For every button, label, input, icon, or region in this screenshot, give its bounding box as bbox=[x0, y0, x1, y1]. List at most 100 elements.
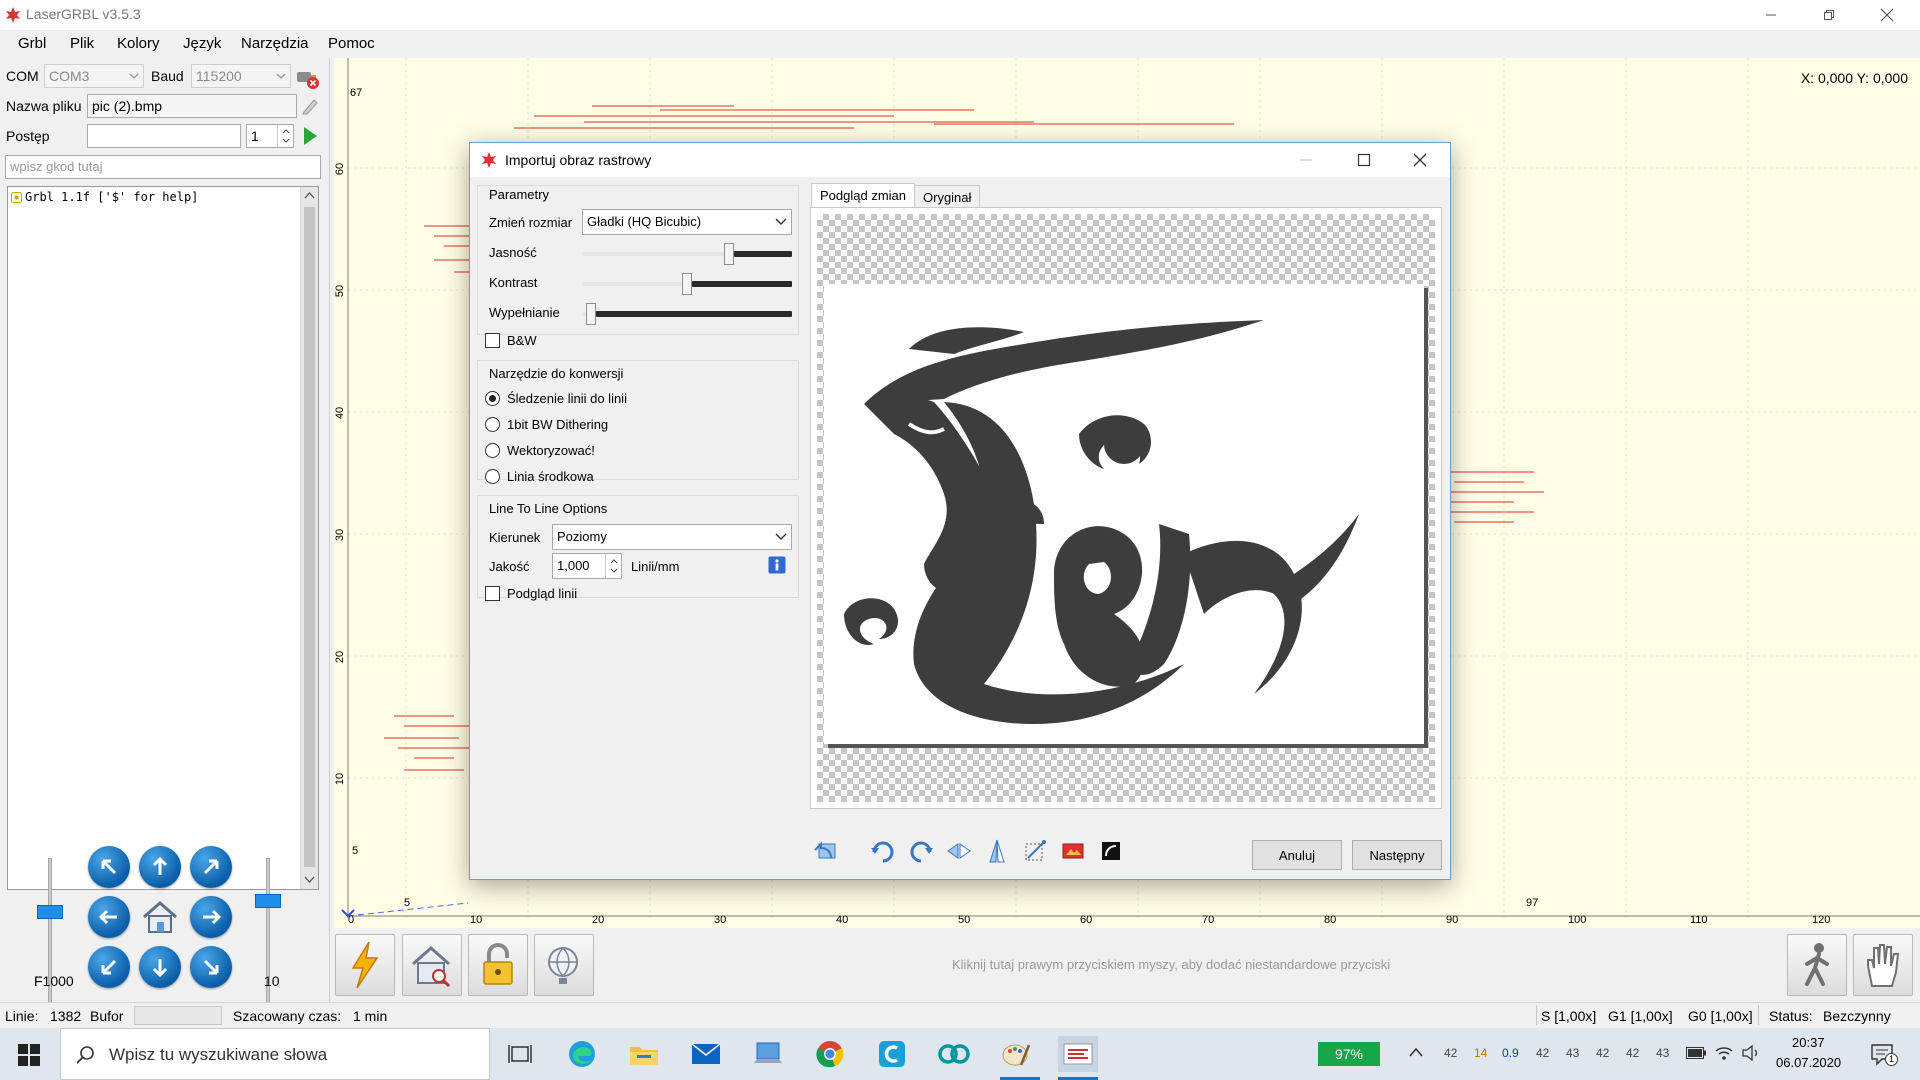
brightness-slider[interactable] bbox=[582, 243, 792, 265]
baud-rate-select[interactable]: 115200 bbox=[191, 64, 291, 88]
emergency-stop-button[interactable] bbox=[1853, 934, 1913, 996]
bottom-toolbar: Kliknij tutaj prawym przyciskiem myszy, … bbox=[334, 928, 1920, 1002]
preview-lines-checkbox[interactable] bbox=[485, 586, 500, 601]
gcode-input[interactable]: wpisz gkod tutaj bbox=[5, 155, 321, 179]
menu-grbl[interactable]: Grbl bbox=[18, 35, 46, 52]
notifications-icon[interactable]: 1 bbox=[1870, 1042, 1898, 1066]
battery-icon[interactable] bbox=[1686, 1047, 1706, 1059]
window-title: LaserGRBL v3.5.3 bbox=[26, 6, 141, 22]
fill-slider[interactable] bbox=[582, 303, 792, 325]
g1-override[interactable]: G1 [1,00x] bbox=[1608, 1008, 1673, 1024]
taskbar-search-box[interactable]: Wpisz tu wyszukiwane słowa bbox=[60, 1028, 490, 1080]
y-axis-tick: 50 bbox=[334, 284, 347, 298]
filename-field[interactable]: pic (2).bmp bbox=[87, 94, 297, 118]
tool-centerline-label: Linia środkowa bbox=[507, 469, 594, 484]
x-axis-tick: 0 bbox=[348, 914, 355, 926]
laptop-app-icon[interactable] bbox=[748, 1036, 788, 1072]
jog-up-left-button[interactable] bbox=[88, 846, 130, 888]
console-scrollbar[interactable] bbox=[300, 187, 318, 889]
rotate-cw-icon[interactable] bbox=[906, 836, 936, 866]
wifi-icon[interactable] bbox=[1714, 1045, 1734, 1061]
jog-step-thumb[interactable] bbox=[255, 894, 281, 908]
lasergrbl-taskbar-icon[interactable] bbox=[1058, 1036, 1098, 1072]
ccleaner-icon[interactable] bbox=[872, 1036, 912, 1072]
tool-line-to-line-radio[interactable] bbox=[485, 391, 500, 406]
jog-left-button[interactable] bbox=[88, 896, 130, 938]
tray-core-temp-4: 42 bbox=[1626, 1046, 1640, 1060]
flip-horizontal-icon[interactable] bbox=[944, 836, 974, 866]
connect-icon[interactable] bbox=[294, 64, 320, 90]
minimize-button[interactable] bbox=[1742, 0, 1800, 30]
tool-dithering-radio[interactable] bbox=[485, 417, 500, 432]
feed-rate-thumb[interactable] bbox=[37, 905, 63, 919]
paint-icon[interactable] bbox=[996, 1036, 1036, 1072]
crop-icon[interactable] bbox=[1020, 836, 1050, 866]
jog-up-button[interactable] bbox=[139, 846, 181, 888]
close-window-button[interactable] bbox=[1858, 0, 1916, 30]
homing-button[interactable] bbox=[402, 934, 462, 996]
jog-down-right-button[interactable] bbox=[190, 946, 232, 988]
laser-fire-button[interactable] bbox=[335, 934, 395, 996]
home-icon[interactable] bbox=[139, 896, 181, 938]
quality-stepper[interactable]: 1,000 bbox=[552, 553, 622, 579]
reset-image-icon[interactable] bbox=[811, 836, 841, 866]
file-explorer-icon[interactable] bbox=[624, 1036, 664, 1072]
menu-file[interactable]: Plik bbox=[70, 35, 94, 52]
globe-icon bbox=[548, 947, 578, 984]
copies-stepper[interactable]: 1 bbox=[246, 124, 294, 148]
volume-icon[interactable] bbox=[1741, 1045, 1761, 1061]
auto-trim-icon[interactable] bbox=[1058, 836, 1088, 866]
windows-start-icon[interactable] bbox=[18, 1044, 40, 1066]
flip-vertical-icon[interactable] bbox=[982, 836, 1012, 866]
tab-preview[interactable]: Podgląd zmian bbox=[811, 183, 915, 207]
run-program-icon[interactable] bbox=[300, 124, 320, 148]
invert-colors-icon[interactable] bbox=[1096, 836, 1126, 866]
tool-line-to-line-label: Śledzenie linii do linii bbox=[507, 391, 627, 406]
show-hidden-icons-icon[interactable] bbox=[1408, 1046, 1424, 1058]
menu-tools[interactable]: Narzędzia bbox=[241, 35, 309, 52]
window-titlebar: LaserGRBL v3.5.3 bbox=[0, 0, 1920, 30]
rotate-ccw-icon[interactable] bbox=[868, 836, 898, 866]
soft-reset-button[interactable] bbox=[1787, 934, 1847, 996]
jog-step-slider[interactable] bbox=[266, 858, 270, 1018]
dialog-minimize-button[interactable] bbox=[1296, 153, 1316, 167]
dialog-maximize-button[interactable] bbox=[1354, 153, 1374, 167]
jog-down-left-button[interactable] bbox=[88, 946, 130, 988]
task-view-icon[interactable] bbox=[500, 1036, 540, 1072]
custom-buttons-hint[interactable]: Kliknij tutaj prawym przyciskiem myszy, … bbox=[952, 957, 1390, 972]
next-button[interactable]: Następny bbox=[1352, 840, 1442, 870]
open-file-icon[interactable] bbox=[300, 96, 320, 116]
restore-button[interactable] bbox=[1800, 0, 1858, 30]
menu-colors[interactable]: Kolory bbox=[117, 35, 160, 52]
tool-centerline-radio[interactable] bbox=[485, 469, 500, 484]
s-override[interactable]: S [1,00x] bbox=[1541, 1008, 1596, 1024]
tool-vectorize-radio[interactable] bbox=[485, 443, 500, 458]
menu-language[interactable]: Język bbox=[183, 35, 221, 52]
jog-up-right-button[interactable] bbox=[190, 846, 232, 888]
bw-checkbox[interactable] bbox=[485, 333, 500, 348]
progress-bar bbox=[87, 124, 241, 148]
globe-position-button[interactable] bbox=[534, 934, 594, 996]
edge-browser-icon[interactable] bbox=[562, 1036, 602, 1072]
resize-mode-select[interactable]: Gładki (HQ Bicubic) bbox=[582, 209, 792, 235]
unlock-button[interactable] bbox=[468, 934, 528, 996]
chrome-icon[interactable] bbox=[810, 1036, 850, 1072]
g0-override[interactable]: G0 [1,00x] bbox=[1688, 1008, 1753, 1024]
clock-time[interactable]: 20:37 bbox=[1792, 1035, 1825, 1050]
com-port-select[interactable]: COM3 bbox=[44, 64, 144, 88]
quality-info-icon[interactable] bbox=[768, 556, 786, 574]
direction-select[interactable]: Poziomy bbox=[552, 524, 792, 550]
menu-help[interactable]: Pomoc bbox=[328, 35, 375, 52]
dialog-close-button[interactable] bbox=[1410, 151, 1430, 169]
cancel-button[interactable]: Anuluj bbox=[1252, 840, 1342, 870]
feed-rate-slider[interactable] bbox=[48, 858, 52, 1018]
jog-down-button[interactable] bbox=[139, 946, 181, 988]
contrast-slider[interactable] bbox=[582, 273, 792, 295]
mail-icon[interactable] bbox=[686, 1036, 726, 1072]
arduino-icon[interactable] bbox=[934, 1036, 974, 1072]
tab-original[interactable]: Oryginał bbox=[914, 185, 981, 209]
fill-label: Wypełnianie bbox=[489, 305, 560, 320]
jog-right-button[interactable] bbox=[190, 896, 232, 938]
battery-monitor-badge[interactable]: 97% bbox=[1318, 1042, 1380, 1066]
clock-date[interactable]: 06.07.2020 bbox=[1776, 1055, 1841, 1070]
